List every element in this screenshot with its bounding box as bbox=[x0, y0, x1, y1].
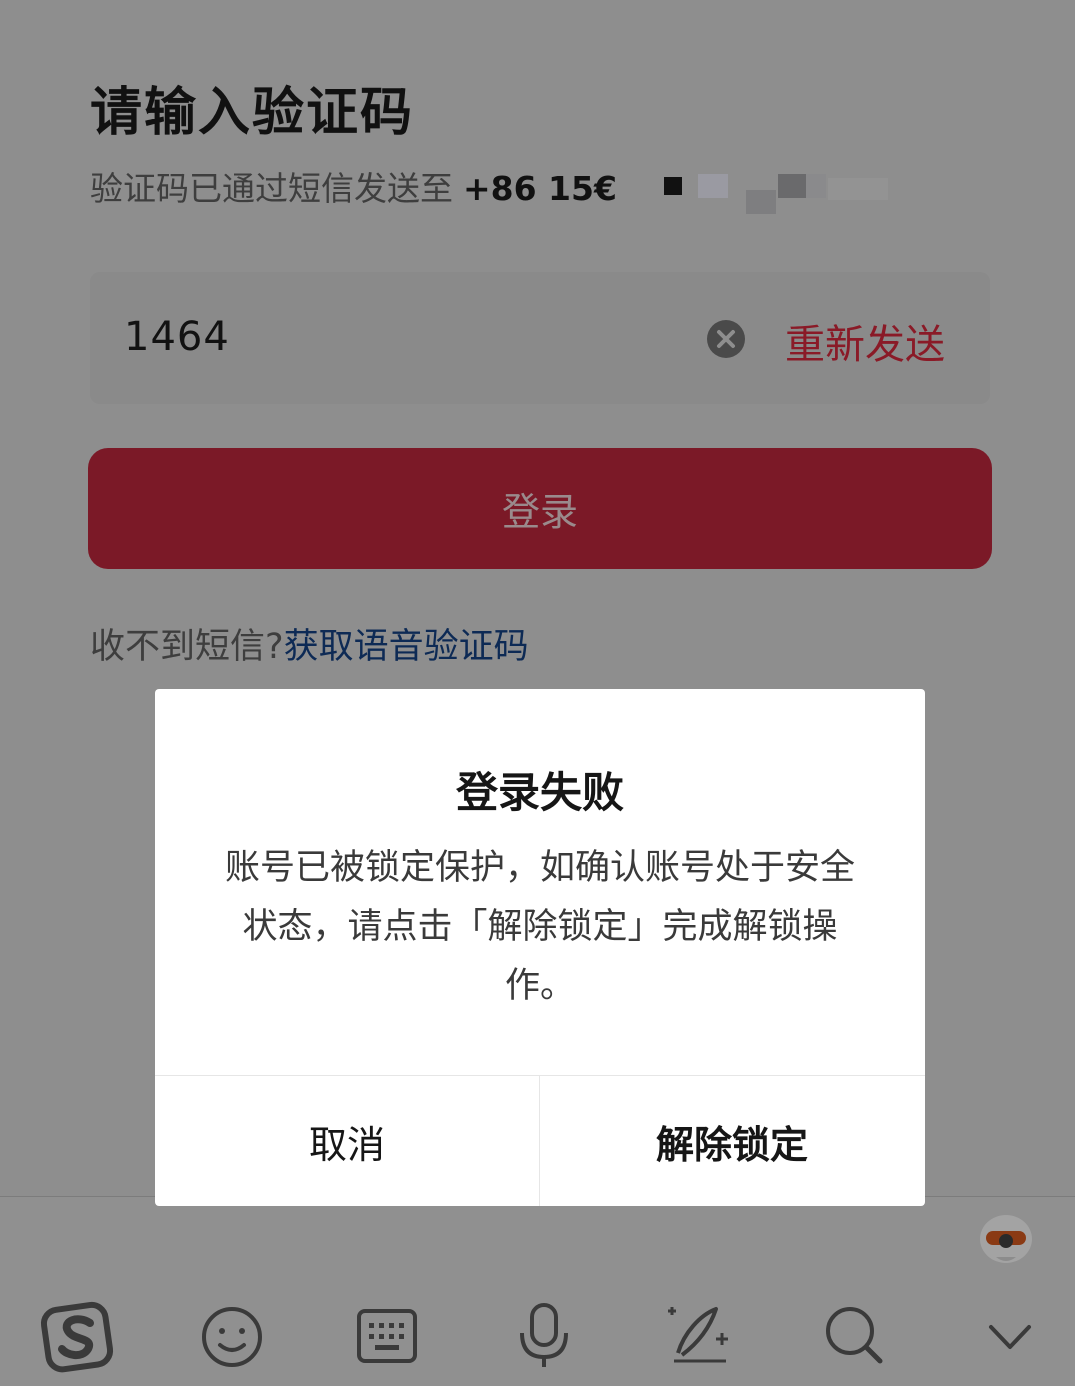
cancel-button[interactable]: 取消 bbox=[155, 1076, 539, 1206]
keyboard-toolbar bbox=[0, 1196, 1075, 1386]
login-button-label: 登录 bbox=[501, 490, 578, 534]
handwriting-icon[interactable] bbox=[664, 1297, 736, 1369]
dialog-message: 账号已被锁定保护，如确认账号处于安全状态，请点击「解除锁定」完成解锁操作。 bbox=[224, 848, 855, 1006]
sms-help-question: 收不到短信? bbox=[90, 627, 284, 667]
phone-number: +86 15€ bbox=[463, 169, 617, 208]
unlock-button[interactable]: 解除锁定 bbox=[540, 1076, 924, 1206]
keyboard-icon[interactable] bbox=[355, 1307, 419, 1365]
assistant-mascot-icon[interactable] bbox=[976, 1207, 1036, 1267]
sms-help-row: 收不到短信?获取语音验证码 bbox=[90, 618, 529, 669]
clear-icon[interactable] bbox=[707, 320, 745, 358]
voice-code-link[interactable]: 获取语音验证码 bbox=[284, 627, 529, 667]
emoji-icon[interactable] bbox=[200, 1305, 264, 1369]
search-icon[interactable] bbox=[822, 1303, 886, 1367]
phone-redaction-mosaic bbox=[628, 160, 908, 220]
resend-button[interactable]: 重新发送 bbox=[785, 312, 945, 370]
microphone-icon[interactable] bbox=[514, 1301, 574, 1371]
login-failed-dialog: 登录失败 账号已被锁定保护，如确认账号处于安全状态，请点击「解除锁定」完成解锁操… bbox=[155, 689, 925, 1206]
sms-sent-notice: 验证码已通过短信发送至 +86 15€ bbox=[90, 162, 617, 210]
code-value: 1464 bbox=[124, 314, 230, 360]
sogou-logo-icon[interactable] bbox=[38, 1297, 118, 1377]
dialog-title: 登录失败 bbox=[455, 768, 624, 817]
verification-code-field[interactable]: 1464 重新发送 bbox=[90, 272, 990, 404]
page-title: 请输入验证码 bbox=[90, 83, 415, 143]
login-button[interactable]: 登录 bbox=[88, 448, 992, 569]
sms-sent-text: 验证码已通过短信发送至 bbox=[90, 169, 453, 208]
